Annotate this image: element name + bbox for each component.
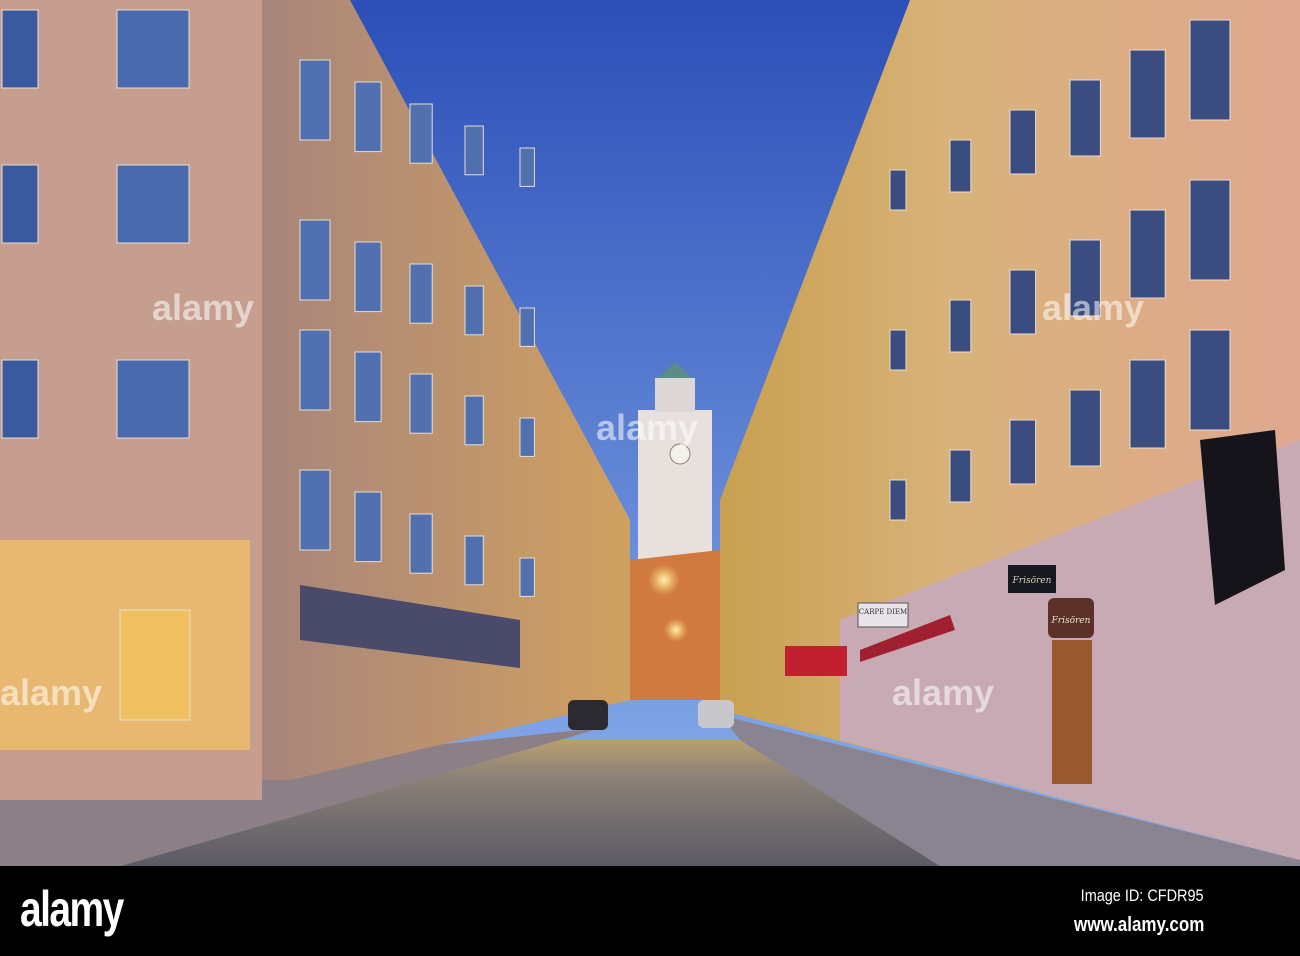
window (409, 513, 433, 574)
window (1, 164, 39, 244)
footer-bar: alamy Image ID: CFDR95 www.alamy.com (0, 866, 1300, 956)
window (1009, 109, 1037, 175)
window (519, 307, 535, 347)
window (889, 329, 907, 371)
parked-car (568, 700, 608, 730)
window (299, 219, 331, 301)
street-lamp (664, 618, 688, 642)
website-link: www.alamy.com (1073, 914, 1204, 936)
salon-hanging-sign: Frisören (1008, 565, 1056, 593)
window (464, 285, 484, 336)
window (889, 479, 907, 521)
window (299, 469, 331, 551)
window (1009, 269, 1037, 335)
window (354, 491, 382, 563)
window (299, 59, 331, 141)
svg-text:alamy: alamy (892, 672, 994, 713)
svg-text:Frisören: Frisören (1051, 616, 1091, 626)
window (1189, 19, 1231, 121)
window (354, 241, 382, 313)
street-lamp (648, 564, 680, 596)
window (354, 81, 382, 153)
window (1, 359, 39, 439)
window (1129, 49, 1166, 139)
svg-text:alamy: alamy (596, 407, 698, 448)
image-id: Image ID: CFDR95 (1081, 886, 1204, 905)
window (116, 9, 190, 89)
parked-car (698, 700, 734, 728)
window (299, 329, 331, 411)
window (519, 557, 535, 597)
window (1, 9, 39, 89)
window (354, 351, 382, 423)
salon-door: Frisören (1048, 598, 1094, 784)
svg-text:alamy: alamy (1042, 287, 1144, 328)
carpe-diem-sign: CARPE DIEM (857, 602, 909, 628)
window (116, 359, 190, 439)
window (1129, 359, 1166, 449)
svg-text:CARPE DIEM: CARPE DIEM (859, 608, 907, 616)
window (949, 449, 972, 503)
window (1129, 209, 1166, 299)
window (889, 169, 907, 211)
window (949, 139, 972, 193)
alamy-logo: alamy (20, 881, 124, 937)
window (409, 103, 433, 164)
window (1069, 79, 1101, 157)
window (116, 164, 190, 244)
window (1009, 419, 1037, 485)
window (409, 263, 433, 324)
window (949, 299, 972, 353)
window (1189, 179, 1231, 281)
svg-text:alamy: alamy (0, 672, 102, 713)
window (464, 125, 484, 176)
street-photo: CARPE DIEM Frisören Frisören alamy alamy… (0, 0, 1300, 866)
restaurant-awning (785, 646, 847, 676)
window (1069, 389, 1101, 467)
window (519, 417, 535, 457)
window (409, 373, 433, 434)
svg-text:Frisören: Frisören (1012, 576, 1052, 586)
window (464, 395, 484, 446)
window (1189, 329, 1231, 431)
window (519, 147, 535, 187)
window (119, 609, 191, 721)
svg-text:alamy: alamy (152, 287, 254, 328)
window (464, 535, 484, 586)
